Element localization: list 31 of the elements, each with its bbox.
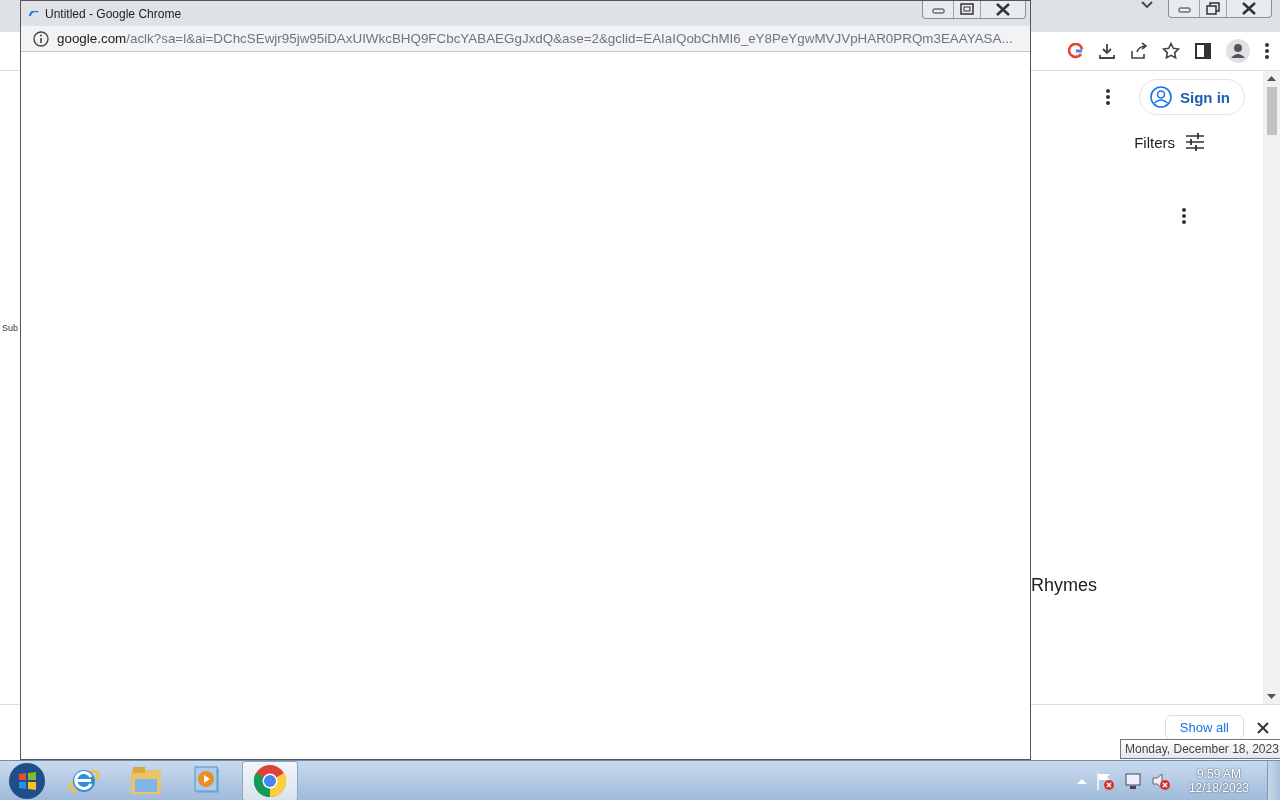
star-icon[interactable] bbox=[1162, 42, 1180, 60]
chrome-icon[interactable] bbox=[253, 763, 287, 798]
date-tooltip: Monday, December 18, 2023 bbox=[1120, 739, 1280, 759]
share-icon[interactable] bbox=[1130, 42, 1148, 60]
scrollbar-thumb[interactable] bbox=[1266, 87, 1277, 135]
info-icon[interactable] bbox=[33, 30, 49, 47]
close-icon[interactable] bbox=[1256, 721, 1270, 735]
profile-icon[interactable] bbox=[1226, 39, 1250, 63]
chevron-down-icon[interactable] bbox=[1140, 0, 1154, 10]
more-options-icon[interactable] bbox=[1105, 88, 1111, 106]
loading-spinner-icon bbox=[29, 10, 39, 17]
account-icon bbox=[1150, 86, 1172, 108]
filter-sliders-icon[interactable] bbox=[1185, 133, 1205, 151]
section-heading: Rhymes bbox=[1031, 575, 1097, 596]
menu-icon[interactable] bbox=[1264, 42, 1270, 60]
google-g-icon[interactable] bbox=[1068, 43, 1084, 59]
scroll-down-icon[interactable] bbox=[1267, 694, 1276, 700]
taskbar-button[interactable] bbox=[242, 760, 298, 800]
start-orb-icon[interactable] bbox=[6, 761, 48, 800]
side-panel-icon[interactable] bbox=[1194, 42, 1212, 60]
install-icon[interactable] bbox=[1098, 42, 1116, 60]
network-icon[interactable] bbox=[1122, 770, 1143, 791]
show-all-button[interactable]: Show all bbox=[1164, 715, 1244, 740]
more-options-icon[interactable] bbox=[1181, 207, 1187, 225]
scroll-up-icon[interactable] bbox=[1267, 75, 1276, 81]
window-title: Untitled - Google Chrome bbox=[45, 6, 183, 21]
volume-muted-icon[interactable] bbox=[1150, 770, 1171, 791]
sign-in-button[interactable]: Sign in bbox=[1139, 79, 1245, 115]
page-text: Sub bbox=[2, 323, 18, 333]
flag-alert-icon[interactable] bbox=[1094, 770, 1115, 791]
filters-label[interactable]: Filters bbox=[1134, 133, 1175, 151]
